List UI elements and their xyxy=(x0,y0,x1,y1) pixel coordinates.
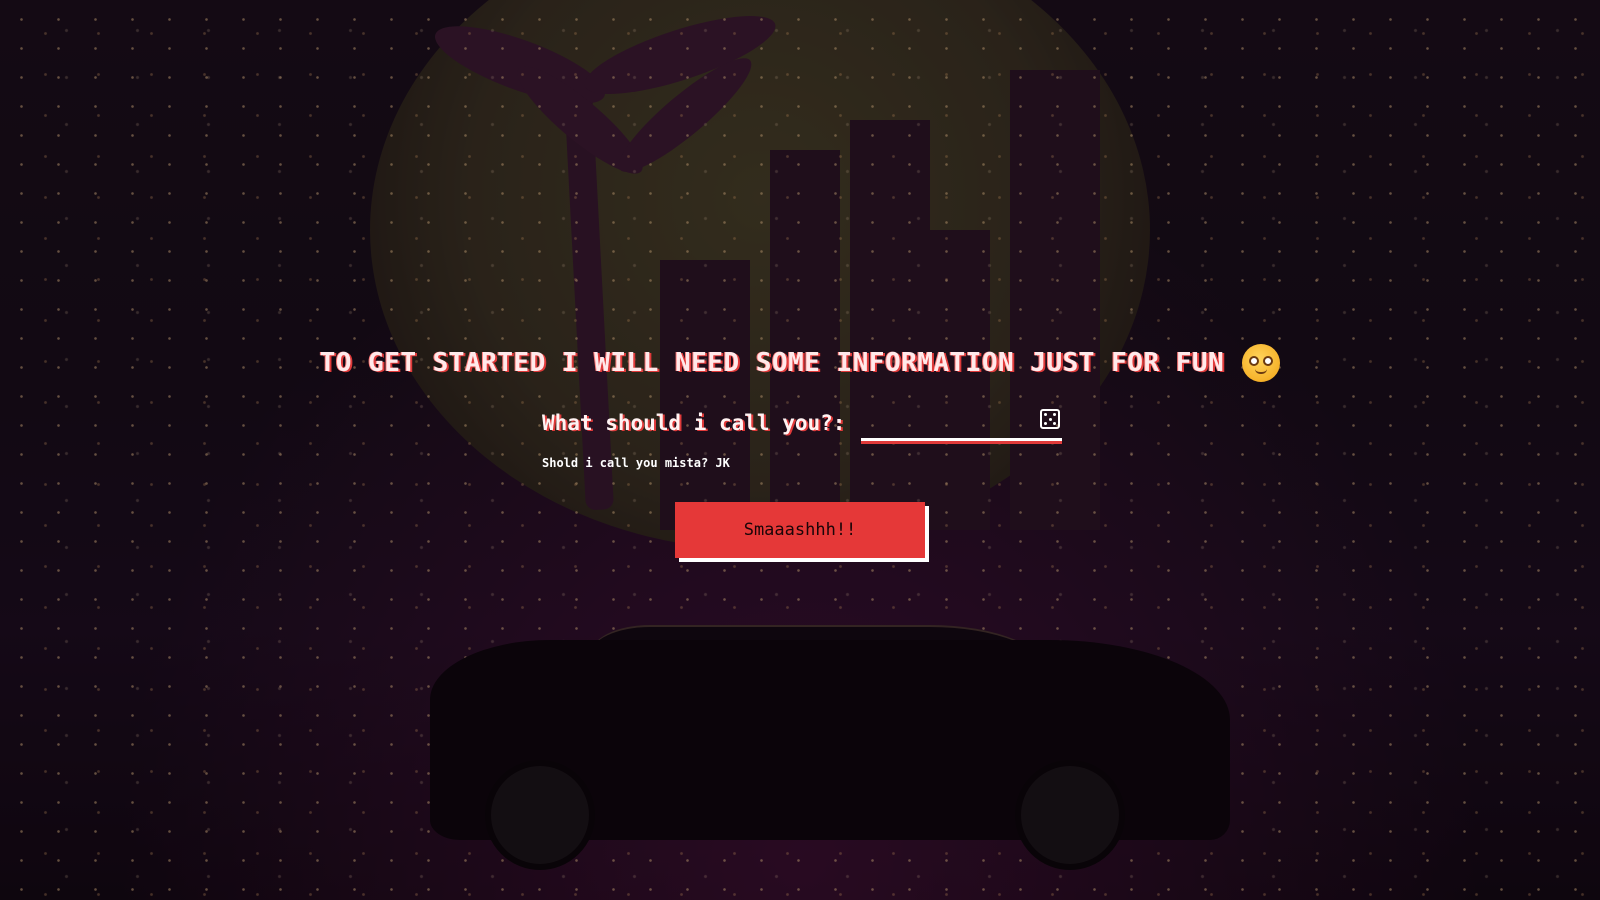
heading-text: TO GET STARTED I WILL NEED SOME INFORMAT… xyxy=(319,348,1225,378)
smiling-face-emoji-icon xyxy=(1242,344,1281,382)
dice-icon[interactable] xyxy=(1040,409,1060,429)
name-input-wrapper xyxy=(861,405,1062,441)
name-field-row: What should i call you?: xyxy=(542,403,1062,443)
name-input[interactable] xyxy=(861,405,1042,437)
page-heading: TO GET STARTED I WILL NEED SOME INFORMAT… xyxy=(300,338,1300,388)
name-hint: Shold i call you mista? JK xyxy=(542,456,730,470)
submit-button[interactable]: Smaaashhh!! xyxy=(675,502,925,558)
onboarding-form: TO GET STARTED I WILL NEED SOME INFORMAT… xyxy=(0,0,1600,900)
name-field-label: What should i call you?: xyxy=(542,411,846,435)
